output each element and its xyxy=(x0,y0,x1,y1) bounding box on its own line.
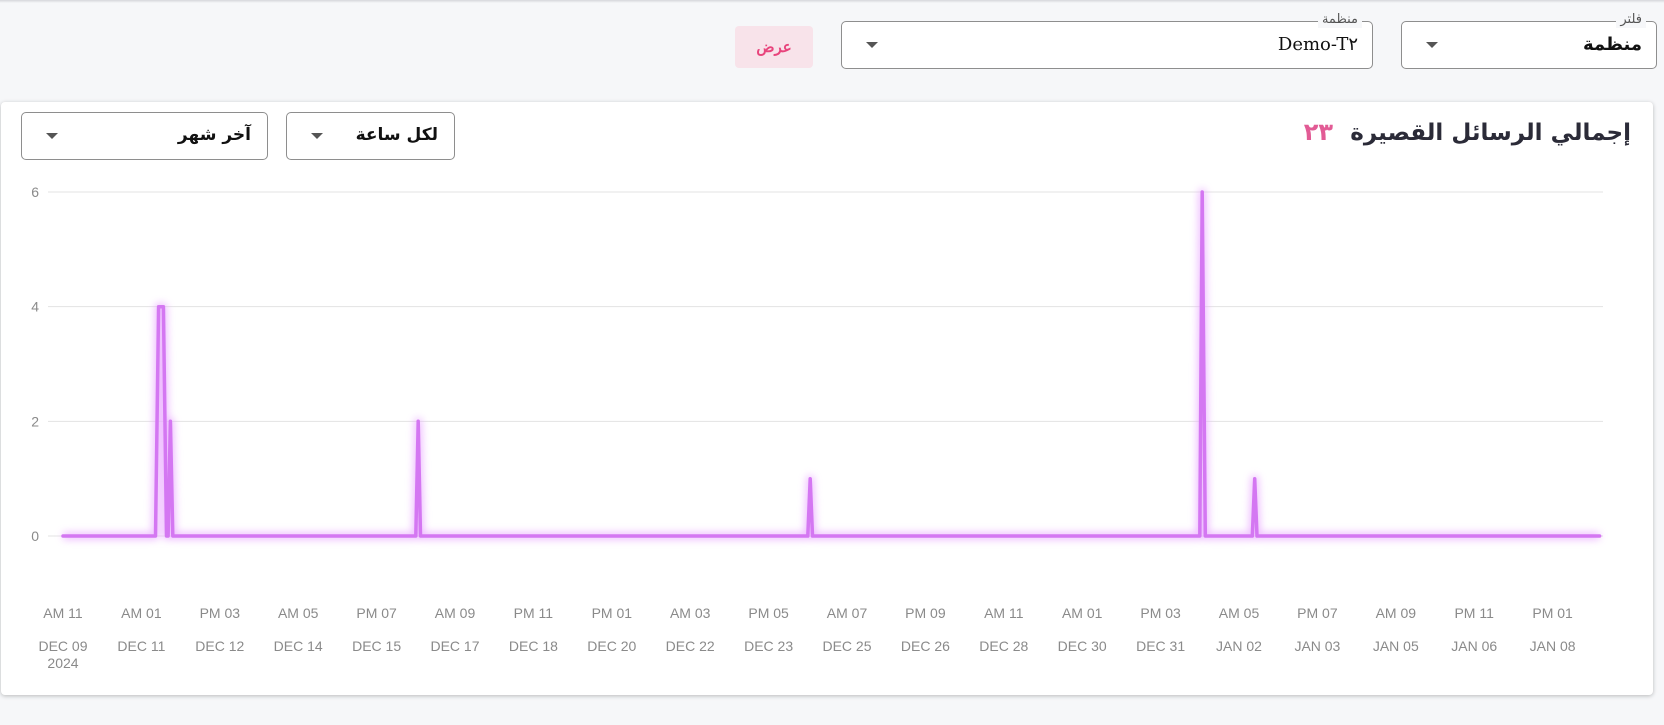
x-tick-time: PM 03 xyxy=(1140,605,1181,621)
x-tick-time: PM 07 xyxy=(1297,605,1338,621)
x-tick-time: AM 09 xyxy=(435,605,476,621)
series-glow xyxy=(63,188,1600,540)
x-tick-date: DEC 25 xyxy=(822,638,871,654)
chevron-down-icon xyxy=(1426,42,1438,48)
x-tick-time: PM 09 xyxy=(905,605,946,621)
x-tick-time: AM 09 xyxy=(1376,605,1417,621)
x-tick-date: JAN 08 xyxy=(1530,638,1576,654)
x-tick-date: DEC 14 xyxy=(274,638,323,654)
x-tick-date: JAN 03 xyxy=(1294,638,1340,654)
x-tick-date: DEC 26 xyxy=(901,638,950,654)
x-tick-time: PM 05 xyxy=(748,605,789,621)
line-chart: 0 2 4 6 AM 11 DEC 092024 AM 01 DEC 11 PM 03 DEC 1… xyxy=(31,184,1603,671)
x-tick-date: JAN 06 xyxy=(1451,638,1497,654)
x-tick-date: DEC 11 xyxy=(117,638,165,654)
x-tick-date: JAN 02 xyxy=(1216,638,1262,654)
y-tick-label: 6 xyxy=(31,184,39,200)
organization-select-label: منظمة xyxy=(1317,12,1362,28)
x-tick-time: AM 05 xyxy=(1219,605,1260,621)
x-tick-date: DEC 17 xyxy=(430,638,479,654)
x-tick-time: AM 11 xyxy=(984,605,1024,621)
x-tick-date: DEC 30 xyxy=(1058,638,1107,654)
view-button[interactable]: عرض xyxy=(735,26,813,68)
x-tick-time: AM 01 xyxy=(1062,605,1103,621)
filter-select-value: منظمة xyxy=(1582,34,1642,55)
x-tick-date: DEC 09 xyxy=(38,638,87,654)
x-tick-date: DEC 22 xyxy=(666,638,715,654)
chevron-down-icon xyxy=(866,42,878,48)
x-tick-time: PM 01 xyxy=(592,605,633,621)
y-tick-label: 2 xyxy=(31,413,39,429)
x-tick-year: 2024 xyxy=(47,655,78,671)
series-line xyxy=(61,190,1602,538)
sms-chart-card: إجمالي الرسائل القصيرة ٢٣ لكل ساعة آخر ش… xyxy=(1,102,1653,695)
x-tick-time: PM 01 xyxy=(1532,605,1573,621)
x-tick-date: DEC 18 xyxy=(509,638,558,654)
x-tick-time: PM 03 xyxy=(200,605,241,621)
x-tick-date: DEC 23 xyxy=(744,638,793,654)
x-tick-time: AM 01 xyxy=(121,605,162,621)
x-tick-time: PM 07 xyxy=(356,605,397,621)
y-tick-label: 4 xyxy=(31,299,39,315)
filter-select-label: فلتر xyxy=(1616,12,1646,28)
x-tick-date: DEC 20 xyxy=(587,638,636,654)
organization-select-value: Demo-T٢ xyxy=(1277,34,1358,55)
x-tick-date: DEC 31 xyxy=(1136,638,1185,654)
x-tick-time: PM 11 xyxy=(1454,605,1494,621)
x-tick-time: PM 11 xyxy=(514,605,554,621)
x-tick-date: DEC 15 xyxy=(352,638,401,654)
x-tick-date: DEC 28 xyxy=(979,638,1028,654)
x-tick-time: AM 07 xyxy=(827,605,868,621)
x-tick-time: AM 05 xyxy=(278,605,319,621)
x-tick-date: DEC 12 xyxy=(195,638,244,654)
y-tick-label: 0 xyxy=(31,528,39,544)
x-tick-time: AM 11 xyxy=(43,605,83,621)
x-tick-date: JAN 05 xyxy=(1373,638,1419,654)
organization-select[interactable]: منظمة Demo-T٢ xyxy=(841,12,1373,69)
topbar-shadow xyxy=(0,0,1664,3)
filter-select[interactable]: فلتر منظمة xyxy=(1401,12,1657,69)
x-tick-time: AM 03 xyxy=(670,605,711,621)
